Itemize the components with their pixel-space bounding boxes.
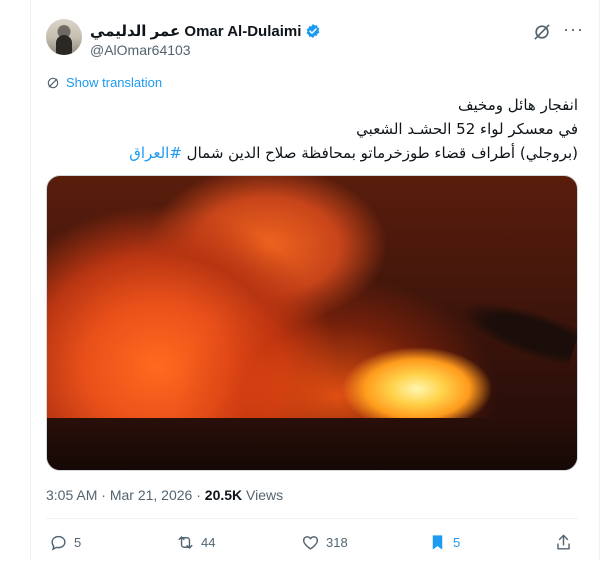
bookmark-count: 5 bbox=[453, 535, 461, 550]
meta-separator-2: · bbox=[196, 487, 201, 503]
media-ground bbox=[47, 418, 577, 470]
meta-separator: · bbox=[101, 487, 106, 503]
author-name-row[interactable]: عمر الدليمي Omar Al-Dulaimi bbox=[90, 21, 321, 41]
verified-badge-icon bbox=[306, 24, 320, 38]
reply-button[interactable]: 5 bbox=[49, 533, 81, 552]
divider bbox=[46, 518, 578, 519]
tweet-date[interactable]: Mar 21, 2026 bbox=[110, 487, 193, 503]
views-count: 20.5K bbox=[204, 487, 243, 503]
bookmark-button[interactable]: 5 bbox=[428, 533, 460, 552]
avatar[interactable] bbox=[46, 19, 82, 55]
like-button[interactable]: 318 bbox=[301, 533, 348, 552]
tweet-line-2: في معسكر لواء 52 الحشـد الشعبي bbox=[356, 120, 578, 138]
tweet-line-3-text: (بروجلي) أطراف قضاء طوزخرماتو بمحافظة صل… bbox=[181, 144, 578, 162]
hashtag-link[interactable]: #العراق bbox=[129, 144, 182, 162]
share-button[interactable] bbox=[554, 533, 573, 552]
action-bar: 5 44 318 5 bbox=[46, 533, 578, 555]
grok-icon[interactable] bbox=[532, 22, 552, 42]
tweet-line-3: (بروجلي) أطراف قضاء طوزخرماتو بمحافظة صل… bbox=[46, 141, 578, 165]
show-translation-link[interactable]: Show translation bbox=[46, 75, 162, 90]
author-name[interactable]: عمر الدليمي Omar Al-Dulaimi bbox=[90, 22, 301, 40]
reply-count: 5 bbox=[74, 535, 82, 550]
tweet-media-image[interactable] bbox=[46, 175, 578, 471]
show-translation-label[interactable]: Show translation bbox=[66, 75, 162, 90]
reply-icon bbox=[51, 535, 66, 551]
media-treeline bbox=[449, 277, 577, 381]
tweet-line-1: انفجار هائل ومخيف bbox=[458, 96, 578, 114]
views-label: Views bbox=[246, 487, 284, 503]
share-icon bbox=[557, 534, 570, 550]
repost-icon bbox=[178, 536, 193, 549]
tweet-card[interactable]: عمر الدليمي Omar Al-Dulaimi @AlOmar64103… bbox=[30, 0, 600, 561]
translate-icon bbox=[47, 77, 59, 88]
author-handle[interactable]: @AlOmar64103 bbox=[90, 42, 191, 58]
tweet-text: انفجار هائل ومخيف في معسكر لواء 52 الحشـ… bbox=[46, 93, 578, 165]
bookmark-icon bbox=[432, 535, 443, 550]
tweet-time[interactable]: 3:05 AM bbox=[46, 487, 97, 503]
heart-icon bbox=[302, 536, 319, 550]
more-options-icon[interactable]: ··· bbox=[563, 20, 584, 38]
repost-button[interactable]: 44 bbox=[176, 533, 215, 552]
like-count: 318 bbox=[326, 535, 348, 550]
tweet-meta: 3:05 AM · Mar 21, 2026 · 20.5K Views bbox=[46, 487, 283, 503]
repost-count: 44 bbox=[201, 535, 216, 550]
